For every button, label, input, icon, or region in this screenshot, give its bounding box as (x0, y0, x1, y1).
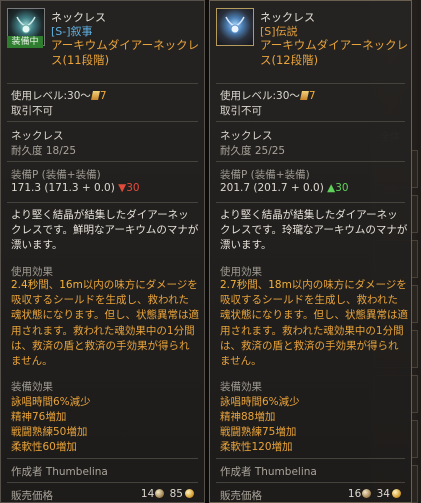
equip-effect-4: 柔軟性60増加 (11, 441, 77, 453)
item-description: より堅く結晶が結集したダイアーネックレスです。鮮明なアーキウムのマナが漂います。 (11, 209, 199, 252)
creator: 作成者 Thumbelina (11, 466, 108, 478)
divider (7, 202, 198, 203)
divider (7, 458, 198, 459)
slot-type: ネックレス (220, 130, 273, 142)
equipped-badge: 装備中 (7, 36, 43, 48)
silver-coin-icon (155, 489, 165, 498)
gear-points-change: ▲30 (327, 182, 349, 194)
divider (7, 121, 198, 122)
divider (216, 202, 405, 203)
price-orbs: 14 (140, 488, 155, 500)
equip-effect-1: 詠唱時間6%減少 (220, 396, 300, 408)
price-coin: 85 (169, 488, 183, 500)
use-effect-label: 使用効果 (11, 266, 53, 278)
slot-type: ネックレス (11, 130, 64, 142)
divider (216, 482, 405, 483)
divider (216, 161, 405, 162)
trade-status: 取引不可 (220, 105, 262, 117)
item-grade: [S-]叙事 (51, 25, 93, 38)
durability: 耐久度 25/25 (220, 145, 286, 157)
necklace-icon (216, 8, 254, 46)
gear-points-value: 201.7 (201.7 + 0.0) (220, 182, 324, 194)
tooltip-compare: ネックレス [S]伝説 アーキウムダイアーネックレス(12段階) 使用レベル:3… (209, 0, 412, 503)
gear-points: 171.3 (171.3 + 0.0) ▼30 (11, 182, 140, 194)
divider (216, 458, 405, 459)
equip-effect-2: 精神76増加 (11, 411, 67, 423)
level-requirement: 使用レベル:30～ 7 (11, 88, 107, 103)
divider (7, 161, 198, 162)
equip-effect-1: 詠唱時間6%減少 (11, 396, 91, 408)
level-requirement: 使用レベル:30～ 7 (220, 88, 316, 103)
gear-points-change: ▼30 (118, 182, 140, 194)
equip-effect-3: 戦闘熟練50増加 (11, 426, 88, 438)
divider (216, 121, 405, 122)
level-label: 使用レベル:30～ (220, 90, 300, 102)
price-label: 販売価格 (220, 490, 262, 502)
divider (7, 482, 198, 483)
divider (216, 83, 405, 84)
level-value: 7 (99, 90, 107, 102)
price-label: 販売価格 (11, 490, 53, 502)
use-effect-text: 2.4秒間、16m以内の味方にダメージを吸収するシールドを生成し、救われた魂状態… (11, 279, 199, 368)
use-effect-label: 使用効果 (220, 266, 262, 278)
durability: 耐久度 18/25 (11, 145, 77, 157)
equip-effect-label: 装備効果 (11, 381, 53, 393)
creator: 作成者 Thumbelina (220, 466, 317, 478)
gem-icon (299, 91, 309, 100)
copper-coin-icon (185, 489, 194, 498)
level-value: 7 (308, 90, 316, 102)
trade-status: 取引不可 (11, 105, 53, 117)
gem-icon (90, 91, 100, 100)
equip-effect-label: 装備効果 (220, 381, 262, 393)
equip-effect-4: 柔軟性120増加 (220, 441, 293, 453)
level-label: 使用レベル:30～ (11, 90, 91, 102)
gear-points-label: 装備P (装備+装備) (11, 169, 101, 181)
price: 14 85 (141, 488, 196, 500)
gear-points-label: 装備P (装備+装備) (220, 169, 310, 181)
divider (7, 83, 198, 84)
price-orbs: 16 (347, 488, 362, 500)
item-description: より堅く結晶が結集したダイアーネックレスです。玲瓏なアーキウムのマナが漂います。 (220, 209, 408, 252)
silver-coin-icon (362, 489, 372, 498)
price-coin: 34 (376, 488, 390, 500)
equip-effect-2: 精神88増加 (220, 411, 276, 423)
item-name: アーキウムダイアーネックレス(11段階) (51, 38, 200, 67)
tooltip-equipped: 装備中 ネックレス [S-]叙事 アーキウムダイアーネックレス(11段階) 使用… (0, 0, 205, 503)
gear-points-value: 171.3 (171.3 + 0.0) (11, 182, 115, 194)
use-effect-text: 2.7秒間、18m以内の味方にダメージを吸収するシールドを生成し、救われた魂状態… (220, 279, 408, 368)
gear-points: 201.7 (201.7 + 0.0) ▲30 (220, 182, 349, 194)
item-name: アーキウムダイアーネックレス(12段階) (260, 38, 409, 67)
price: 16 34 (348, 488, 403, 500)
item-grade: [S]伝説 (260, 25, 298, 38)
equip-effect-3: 戦闘熟練75増加 (220, 426, 297, 438)
copper-coin-icon (392, 489, 401, 498)
